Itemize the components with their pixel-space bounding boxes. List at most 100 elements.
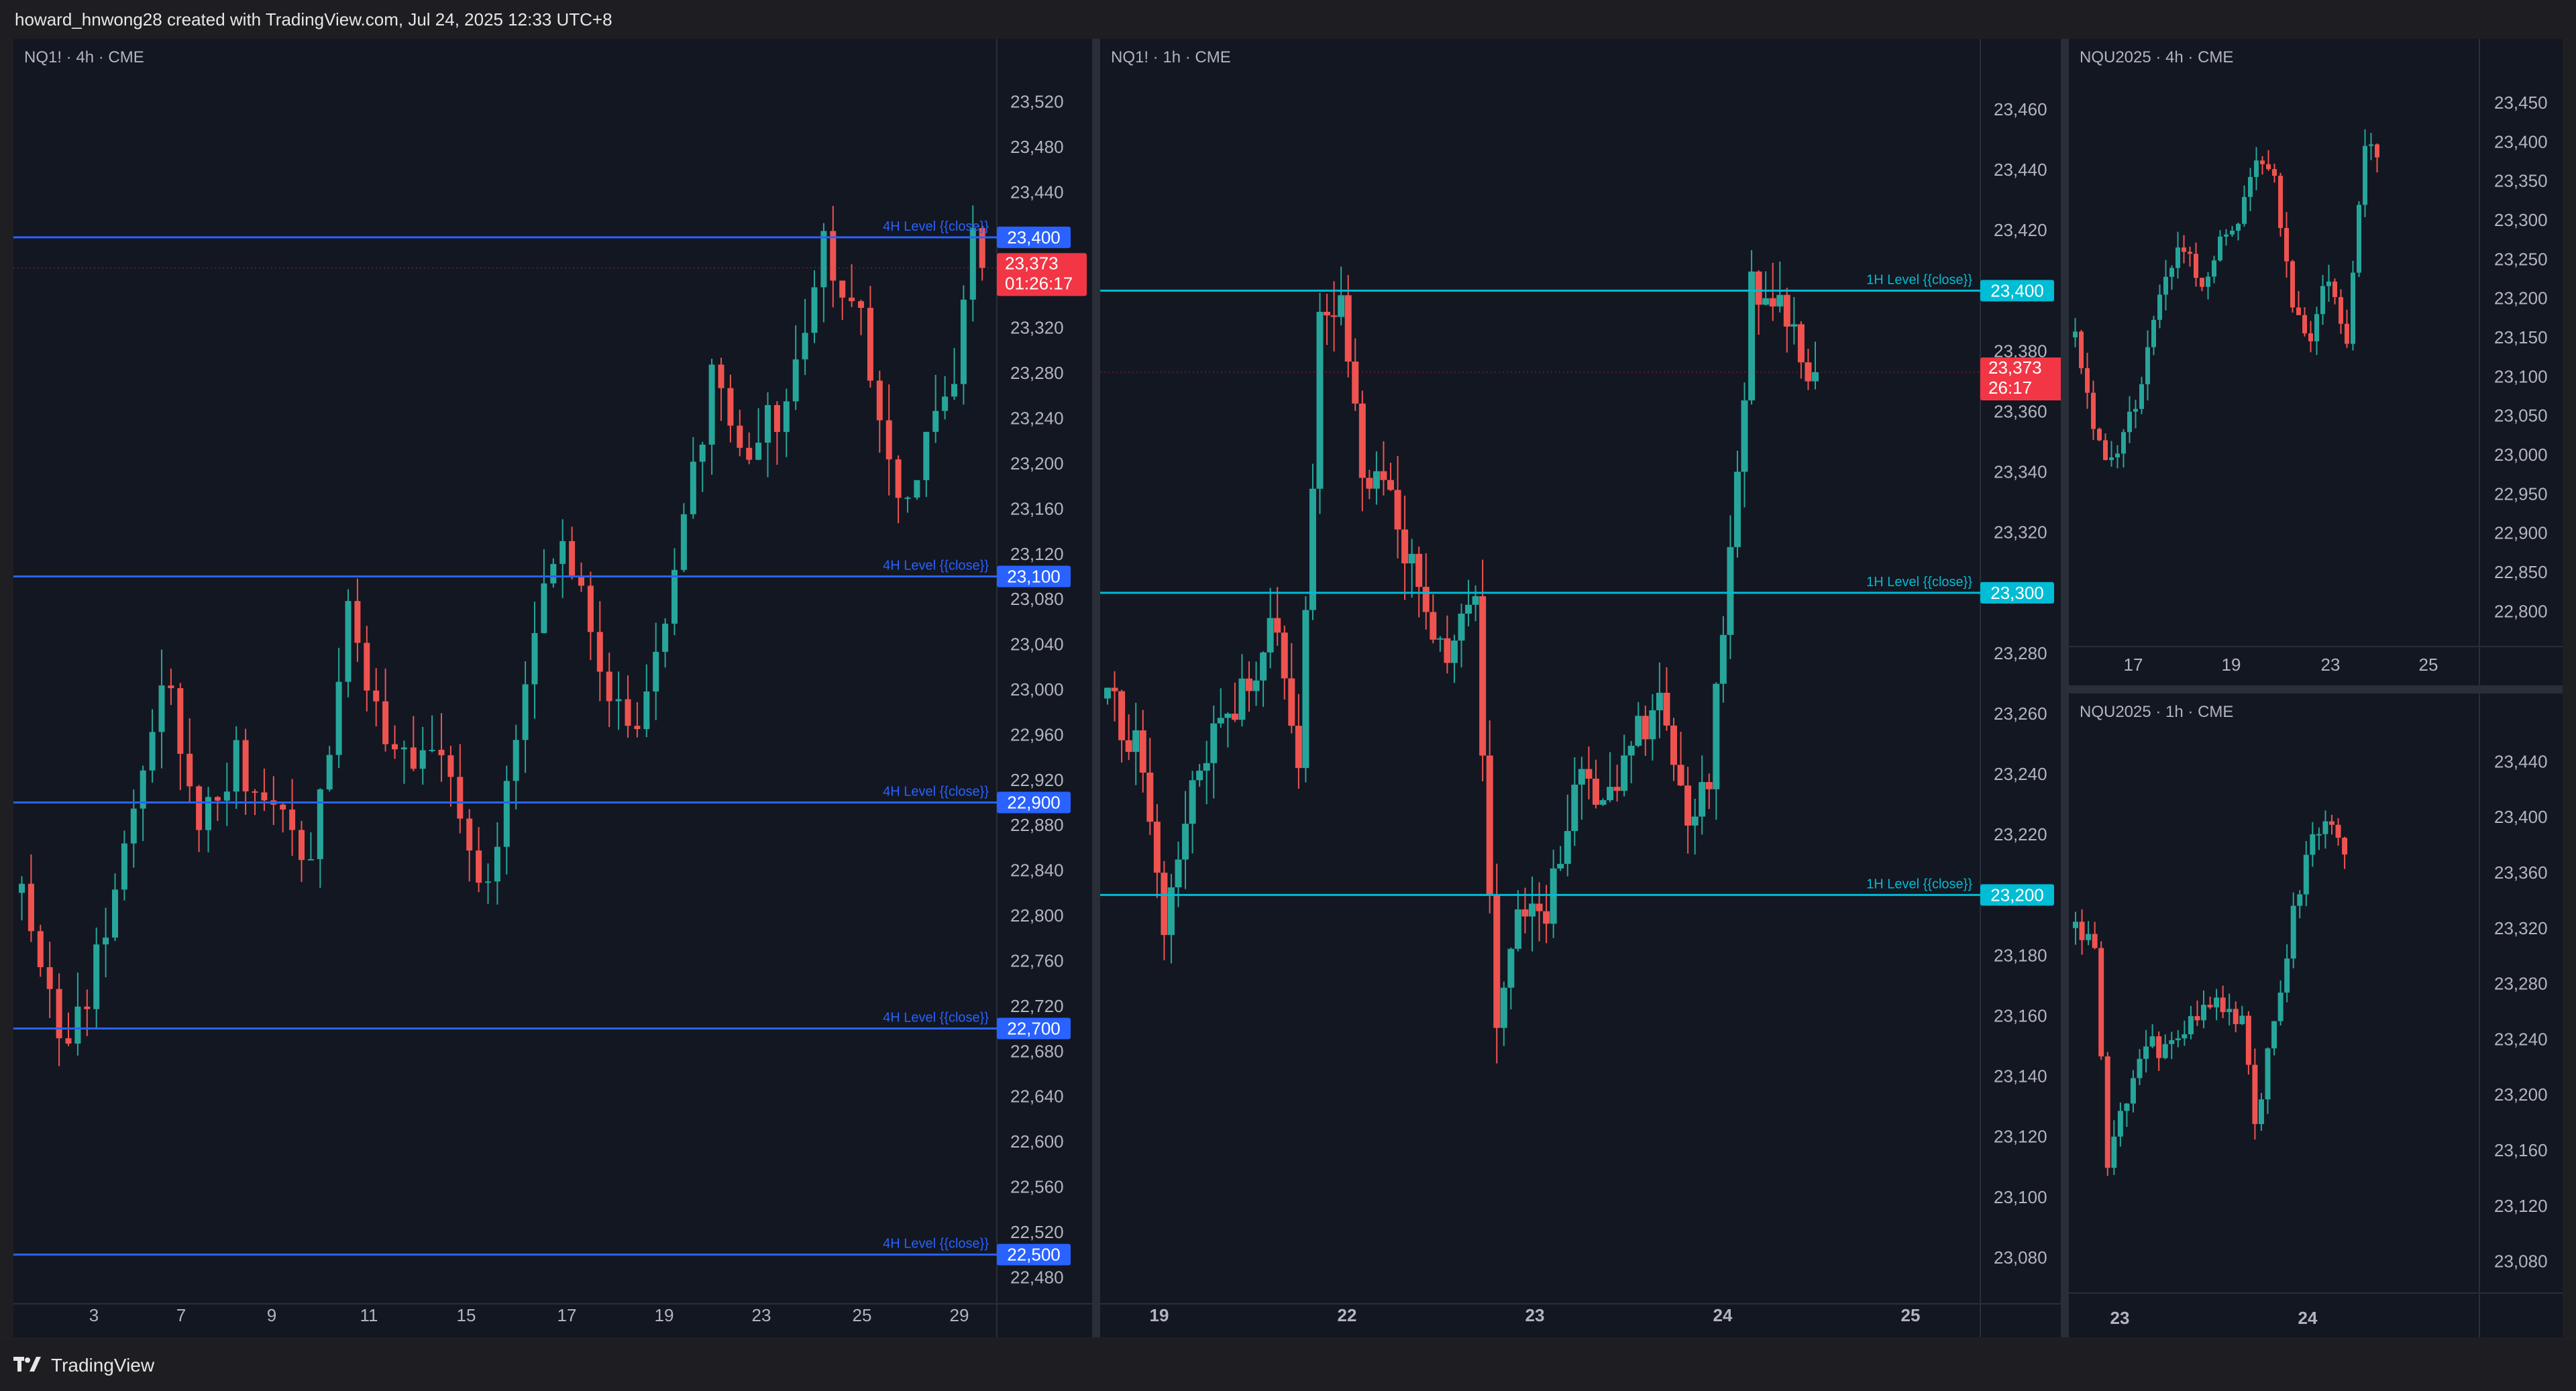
time-tick-label: 24 (1713, 1305, 1733, 1325)
candle-body (158, 685, 165, 732)
panel-nq1-1h[interactable]: 23,460 23,440 23,420 23,380 23,360 23,340 23,3… (1100, 39, 2061, 1337)
candle-body (2332, 281, 2337, 297)
candle-body (2303, 854, 2309, 895)
candle-body (1727, 547, 1734, 635)
candle-body (457, 777, 464, 819)
candle-body (419, 750, 426, 769)
candle-body (2236, 223, 2241, 231)
candle-body (1762, 298, 1770, 305)
candle-body (2097, 429, 2102, 441)
price-tick-label: 23,440 (2494, 751, 2548, 771)
candle-body (1479, 596, 1487, 756)
candle-body (1182, 824, 1189, 860)
candle-body (2086, 934, 2092, 940)
panel-nqu2025-4h[interactable]: 23,450 23,400 23,350 23,300 23,250 23,200 23,1… (2069, 39, 2563, 685)
candle-body (56, 989, 62, 1039)
price-tick-label: 23,440 (1010, 182, 1064, 203)
panel-divider[interactable] (1092, 39, 1100, 1337)
candle-body (2182, 247, 2186, 252)
panel-divider[interactable] (2061, 39, 2069, 1337)
price-tick-label: 23,350 (2494, 171, 2548, 191)
candle-body (2284, 958, 2290, 993)
candle-body (783, 401, 790, 433)
candle-body (2218, 236, 2222, 261)
candle-body (364, 643, 370, 691)
chart-nqu2025-4h[interactable]: 23,450 23,400 23,350 23,300 23,250 23,200 23,1… (2069, 39, 2563, 685)
candle-body (672, 569, 678, 624)
candle-body (1217, 718, 1224, 724)
footer-bar: TradingView (0, 1341, 2576, 1391)
candle-body (438, 749, 445, 756)
level-label: 1H Level {{close}} (1866, 272, 1972, 287)
candle-body (1607, 787, 1614, 801)
candle-body (2111, 1136, 2117, 1168)
symbol-title[interactable]: NQ1! · 1h · CME (1111, 48, 1231, 67)
candle-body (1330, 315, 1338, 317)
candle-body (2207, 1005, 2213, 1007)
candle-body (1146, 772, 1154, 822)
symbol-title[interactable]: NQU2025 · 4h · CME (2080, 48, 2233, 67)
brand[interactable]: TradingView (13, 1355, 154, 1376)
chart-nq1-4h[interactable]: 23,520 23,480 23,440 23,320 23,280 23,240 23,2… (13, 39, 1092, 1337)
candle-body (531, 632, 538, 685)
candle-body (680, 514, 687, 570)
candle-body (1613, 787, 1621, 791)
price-tick-label: 23,080 (2494, 1251, 2548, 1272)
candle-body (65, 1038, 72, 1044)
candle-body (93, 944, 100, 1009)
candle-body (2252, 1064, 2258, 1124)
candle-body (2124, 1103, 2130, 1111)
candle-body (2272, 169, 2277, 176)
candle-body (317, 789, 323, 859)
candle-body (2137, 1058, 2143, 1078)
candle-body (46, 967, 53, 989)
candle-body (354, 601, 361, 643)
candle-body (755, 443, 762, 460)
time-tick-label: 19 (655, 1305, 674, 1325)
chart-nq1-1h[interactable]: 23,46023,44023,42023,38023,36023,34023,3… (1100, 39, 2061, 1337)
candle-body (1338, 295, 1345, 317)
price-tick-label: 23,280 (1010, 363, 1064, 383)
candle-body (513, 740, 519, 781)
countdown-text: 26:17 (1988, 378, 2032, 398)
candle-body (737, 425, 743, 448)
level-price-tag-text: 23,400 (1990, 280, 2044, 300)
candle-body (2162, 1044, 2168, 1058)
candle-body (2290, 905, 2296, 959)
candle-body (2224, 234, 2229, 237)
candle-body (1231, 714, 1238, 720)
symbol-title[interactable]: NQ1! · 4h · CME (24, 48, 144, 67)
candle-body (2103, 440, 2108, 460)
candle-body (1295, 726, 1302, 769)
price-tick-label: 23,460 (1994, 99, 2047, 119)
candle-body (820, 231, 827, 288)
symbol-title[interactable]: NQU2025 · 1h · CME (2080, 703, 2233, 722)
chart-nqu2025-1h[interactable]: 23,440 23,400 23,360 23,320 23,280 23,240 23,2… (2069, 693, 2563, 1337)
candle-body (2363, 146, 2367, 205)
candle-body (2169, 1040, 2175, 1044)
price-tick-label: 23,180 (1994, 945, 2047, 965)
panel-nq1-4h[interactable]: 23,520 23,480 23,440 23,320 23,280 23,240 23,2… (13, 39, 1092, 1337)
price-tick-label: 22,760 (1010, 950, 1064, 970)
candle-body (2277, 993, 2284, 1021)
price-tick-label: 22,480 (1010, 1267, 1064, 1287)
candle-body (2127, 411, 2132, 433)
candle-body (1401, 529, 1409, 564)
candle-body (2079, 331, 2084, 368)
candle-body (587, 586, 594, 632)
candle-body (867, 308, 873, 381)
candle-body (541, 583, 547, 633)
time-tick-label: 15 (457, 1305, 476, 1325)
candle-body (1430, 612, 1437, 640)
candle-body (1599, 800, 1607, 805)
candle-body (1705, 782, 1713, 789)
candle-body (625, 699, 631, 726)
candle-body (2342, 838, 2348, 855)
panel-divider[interactable] (2069, 685, 2563, 693)
price-tick-label: 22,800 (1010, 905, 1064, 926)
candle-body (2239, 1015, 2245, 1024)
price-tick-label: 23,080 (1994, 1247, 2047, 1268)
candle-body (2145, 347, 2150, 384)
panel-nqu2025-1h[interactable]: 23,440 23,400 23,360 23,320 23,280 23,240 23,2… (2069, 693, 2563, 1337)
candle-body (2308, 333, 2313, 341)
